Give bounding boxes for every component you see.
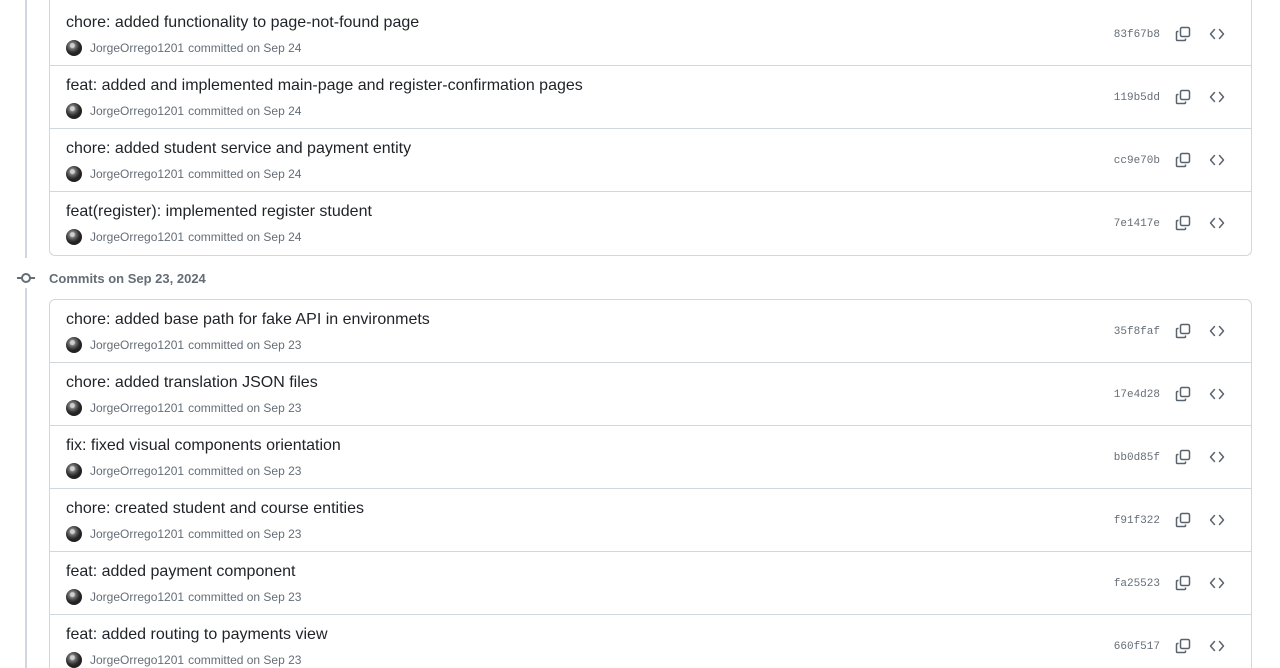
code-icon[interactable]: [1206, 86, 1228, 108]
commit-title-link[interactable]: feat: added payment component: [66, 563, 296, 581]
commit-sha-link[interactable]: 35f8faf: [1114, 326, 1160, 338]
commit-date: committed on Sep 23: [188, 653, 302, 667]
code-icon[interactable]: [1206, 212, 1228, 234]
commit-sha-link[interactable]: 119b5dd: [1114, 92, 1160, 104]
code-icon[interactable]: [1206, 572, 1228, 594]
commit-title-link[interactable]: chore: added functionality to page-not-f…: [66, 14, 419, 32]
commit-row: chore: added student service and payment…: [50, 129, 1251, 192]
commit-meta: JorgeOrrego1201 committed on Sep 23: [66, 463, 301, 479]
commit-title-link[interactable]: chore: added translation JSON files: [66, 374, 318, 392]
commit-title-link[interactable]: feat: added routing to payments view: [66, 626, 328, 644]
git-commit-icon: [16, 268, 36, 288]
commit-list: chore: added functionality to page-not-f…: [49, 0, 1252, 256]
author-link[interactable]: JorgeOrrego1201: [90, 401, 184, 415]
commit-row: fix: fixed visual components orientation…: [50, 426, 1251, 489]
avatar[interactable]: [66, 103, 82, 119]
timeline-line: [25, 0, 27, 258]
commit-title-link[interactable]: chore: added student service and payment…: [66, 140, 411, 158]
commit-date: committed on Sep 24: [188, 41, 302, 55]
commit-title-link[interactable]: chore: created student and course entiti…: [66, 500, 364, 518]
copy-icon[interactable]: [1172, 509, 1194, 531]
author-link[interactable]: JorgeOrrego1201: [90, 104, 184, 118]
commit-row: chore: added functionality to page-not-f…: [50, 0, 1251, 66]
commit-date: committed on Sep 23: [188, 590, 302, 604]
commit-row: feat: added payment component JorgeOrreg…: [50, 552, 1251, 615]
commit-sha-link[interactable]: 7e1417e: [1114, 218, 1160, 230]
avatar[interactable]: [66, 337, 82, 353]
commit-meta: JorgeOrrego1201 committed on Sep 24: [66, 103, 301, 119]
commit-sha-link[interactable]: f91f322: [1114, 515, 1160, 527]
copy-icon[interactable]: [1172, 149, 1194, 171]
commit-sha-link[interactable]: 83f67b8: [1114, 29, 1160, 41]
avatar[interactable]: [66, 400, 82, 416]
commit-title-link[interactable]: fix: fixed visual components orientation: [66, 437, 341, 455]
code-icon[interactable]: [1206, 320, 1228, 342]
code-icon[interactable]: [1206, 509, 1228, 531]
commit-row: feat: added routing to payments view Jor…: [50, 615, 1251, 668]
author-link[interactable]: JorgeOrrego1201: [90, 527, 184, 541]
copy-icon[interactable]: [1172, 320, 1194, 342]
code-icon[interactable]: [1206, 149, 1228, 171]
author-link[interactable]: JorgeOrrego1201: [90, 590, 184, 604]
commit-row: feat(register): implemented register stu…: [50, 192, 1251, 255]
author-link[interactable]: JorgeOrrego1201: [90, 464, 184, 478]
commit-sha-link[interactable]: fa25523: [1114, 578, 1160, 590]
author-link[interactable]: JorgeOrrego1201: [90, 167, 184, 181]
commit-meta: JorgeOrrego1201 committed on Sep 24: [66, 40, 301, 56]
commit-date: committed on Sep 23: [188, 464, 302, 478]
avatar[interactable]: [66, 463, 82, 479]
commit-list: chore: added base path for fake API in e…: [49, 299, 1252, 668]
commit-sha-link[interactable]: bb0d85f: [1114, 452, 1160, 464]
commit-meta: JorgeOrrego1201 committed on Sep 24: [66, 229, 301, 245]
commit-date: committed on Sep 23: [188, 401, 302, 415]
commit-title-link[interactable]: chore: added base path for fake API in e…: [66, 311, 430, 329]
code-icon[interactable]: [1206, 635, 1228, 657]
copy-icon[interactable]: [1172, 635, 1194, 657]
code-icon[interactable]: [1206, 23, 1228, 45]
avatar[interactable]: [66, 166, 82, 182]
commit-date: committed on Sep 24: [188, 167, 302, 181]
commit-date: committed on Sep 23: [188, 338, 302, 352]
author-link[interactable]: JorgeOrrego1201: [90, 41, 184, 55]
copy-icon[interactable]: [1172, 383, 1194, 405]
avatar[interactable]: [66, 652, 82, 668]
commit-date: committed on Sep 24: [188, 104, 302, 118]
copy-icon[interactable]: [1172, 572, 1194, 594]
avatar[interactable]: [66, 229, 82, 245]
commit-sha-link[interactable]: cc9e70b: [1114, 155, 1160, 167]
avatar[interactable]: [66, 526, 82, 542]
code-icon[interactable]: [1206, 446, 1228, 468]
author-link[interactable]: JorgeOrrego1201: [90, 338, 184, 352]
commit-meta: JorgeOrrego1201 committed on Sep 23: [66, 526, 301, 542]
author-link[interactable]: JorgeOrrego1201: [90, 653, 184, 667]
commit-group-title: Commits on Sep 23, 2024: [49, 270, 206, 286]
commit-date: committed on Sep 24: [188, 230, 302, 244]
commit-sha-link[interactable]: 17e4d28: [1114, 389, 1160, 401]
commit-title-link[interactable]: feat(register): implemented register stu…: [66, 203, 372, 221]
timeline-line: [25, 288, 27, 668]
avatar[interactable]: [66, 589, 82, 605]
commit-meta: JorgeOrrego1201 committed on Sep 24: [66, 166, 301, 182]
copy-icon[interactable]: [1172, 86, 1194, 108]
commit-meta: JorgeOrrego1201 committed on Sep 23: [66, 400, 301, 416]
commit-row: chore: added base path for fake API in e…: [50, 300, 1251, 363]
commit-sha-link[interactable]: 660f517: [1114, 641, 1160, 653]
avatar[interactable]: [66, 40, 82, 56]
commit-row: feat: added and implemented main-page an…: [50, 66, 1251, 129]
commit-title-link[interactable]: feat: added and implemented main-page an…: [66, 77, 583, 95]
commit-row: chore: added translation JSON files Jorg…: [50, 363, 1251, 426]
author-link[interactable]: JorgeOrrego1201: [90, 230, 184, 244]
copy-icon[interactable]: [1172, 212, 1194, 234]
commit-group-header: Commits on Sep 23, 2024: [16, 268, 206, 288]
commit-row: chore: created student and course entiti…: [50, 489, 1251, 552]
commit-meta: JorgeOrrego1201 committed on Sep 23: [66, 589, 301, 605]
copy-icon[interactable]: [1172, 23, 1194, 45]
commit-meta: JorgeOrrego1201 committed on Sep 23: [66, 337, 301, 353]
code-icon[interactable]: [1206, 383, 1228, 405]
copy-icon[interactable]: [1172, 446, 1194, 468]
commit-date: committed on Sep 23: [188, 527, 302, 541]
commit-meta: JorgeOrrego1201 committed on Sep 23: [66, 652, 301, 668]
